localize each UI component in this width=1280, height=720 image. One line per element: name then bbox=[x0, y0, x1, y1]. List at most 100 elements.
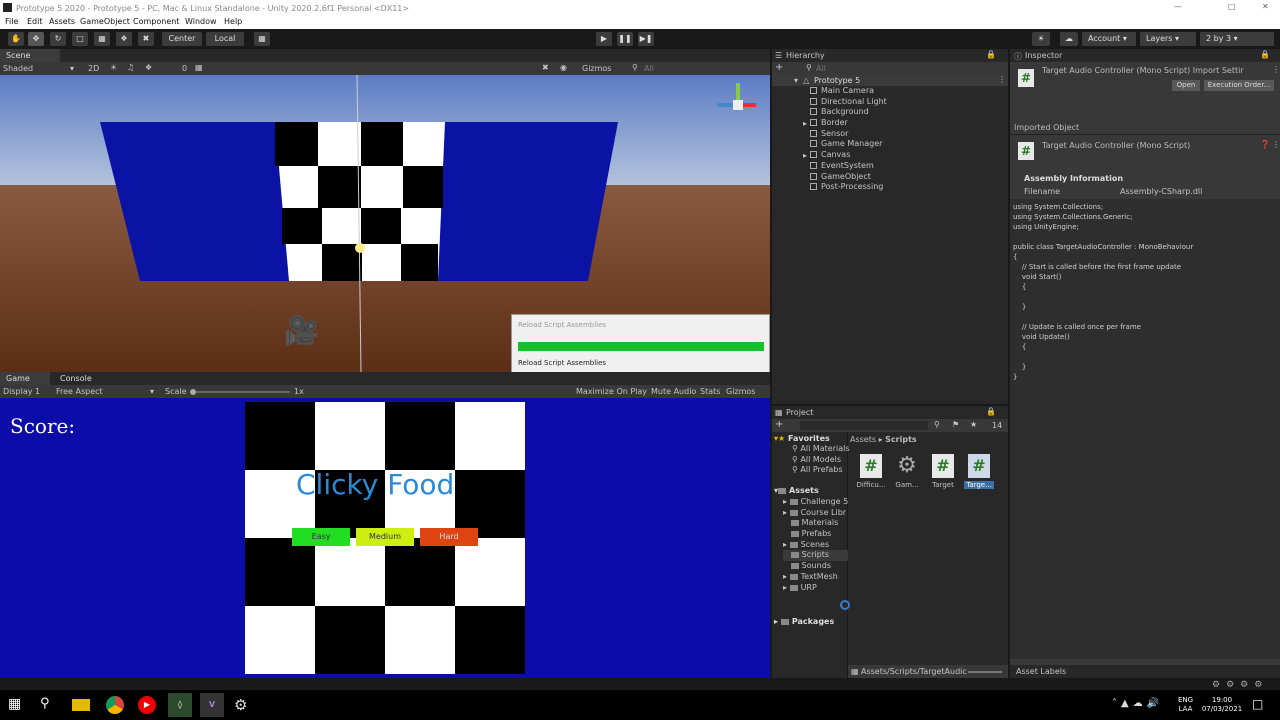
list-item[interactable]: Post-Processing bbox=[810, 182, 887, 193]
unity-hub-icon[interactable]: ◊ bbox=[168, 693, 192, 717]
menu-assets[interactable]: Assets bbox=[49, 17, 75, 26]
lock-icon[interactable]: 🔒 bbox=[986, 407, 996, 416]
pause-button[interactable]: ❚❚ bbox=[617, 32, 633, 46]
packages-row[interactable]: ▸ Packages bbox=[774, 617, 834, 626]
list-item[interactable]: ⚲ All Materials bbox=[792, 444, 850, 455]
file-item-selected[interactable]: # Targe... bbox=[964, 454, 994, 489]
icon-size-slider[interactable] bbox=[968, 671, 1002, 673]
audio-icon[interactable]: ♫ bbox=[127, 63, 134, 72]
language-indicator[interactable]: ENG LAA bbox=[1178, 696, 1193, 714]
camera-icon[interactable]: ◉ bbox=[560, 63, 567, 72]
collab-icon[interactable]: ☀ bbox=[1032, 32, 1050, 46]
list-item[interactable]: Main Camera bbox=[810, 86, 887, 97]
menu-file[interactable]: File bbox=[5, 17, 18, 26]
help-icon[interactable]: ❓ bbox=[1260, 140, 1270, 149]
unity-icon[interactable]: ⚙ bbox=[234, 696, 252, 714]
grid-icon[interactable]: ▦ bbox=[195, 63, 203, 72]
tools-icon[interactable]: ✖ bbox=[542, 63, 549, 72]
project-search-input[interactable] bbox=[800, 421, 928, 430]
search-icon[interactable]: ⚲ bbox=[40, 696, 58, 714]
scene-viewport[interactable]: 🎥 Reload Script Assemblies Reload Script… bbox=[0, 75, 770, 372]
menu-help[interactable]: Help bbox=[224, 17, 242, 26]
notifications-icon[interactable]: □ bbox=[1252, 697, 1263, 711]
close-icon[interactable]: ✕ bbox=[1262, 2, 1269, 11]
cloud-icon[interactable]: ☁ bbox=[1060, 32, 1078, 46]
list-item[interactable]: ⚲ All Models bbox=[792, 455, 850, 466]
minimize-icon[interactable]: — bbox=[1174, 2, 1182, 11]
scale-slider-handle[interactable] bbox=[190, 389, 196, 395]
list-item[interactable]: Border bbox=[810, 118, 887, 129]
list-item[interactable]: Sounds bbox=[783, 561, 848, 572]
scale-slider[interactable] bbox=[190, 389, 290, 395]
layers-dropdown[interactable]: Layers ▾ bbox=[1140, 32, 1196, 46]
list-item[interactable]: Sensor bbox=[810, 129, 887, 140]
list-item[interactable]: Prefabs bbox=[783, 529, 848, 540]
chrome-icon[interactable] bbox=[106, 696, 124, 714]
list-item[interactable]: Directional Light bbox=[810, 97, 887, 108]
menu-window[interactable]: Window bbox=[185, 17, 217, 26]
favorite-icon[interactable]: ★ bbox=[970, 420, 977, 429]
play-button[interactable]: ▶ bbox=[596, 32, 612, 46]
rotate-tool-icon[interactable]: ↻ bbox=[50, 32, 66, 46]
scene-search-input[interactable]: All bbox=[644, 64, 654, 73]
tab-console[interactable]: Console bbox=[54, 372, 114, 385]
scene-root-row[interactable]: ▾ △ Prototype 5 ⋮ bbox=[772, 75, 1008, 86]
file-item[interactable]: # Target bbox=[928, 454, 958, 489]
expand-arrow-icon[interactable]: ▸ bbox=[803, 151, 807, 160]
lighting-icon[interactable]: ☀ bbox=[110, 63, 117, 72]
list-item[interactable]: EventSystem bbox=[810, 161, 887, 172]
game-viewport[interactable]: Score: Clicky Food Easy Medium Hard bbox=[0, 398, 770, 678]
tab-project[interactable]: ▦ Project 🔒 bbox=[772, 406, 1008, 419]
grid-snap-icon[interactable]: ▦ bbox=[254, 32, 270, 46]
layout-dropdown[interactable]: 2 by 3 ▾ bbox=[1200, 32, 1274, 46]
display-dropdown[interactable]: Display 1 bbox=[3, 387, 40, 396]
label-icon[interactable]: ⚑ bbox=[952, 420, 959, 429]
assets-row[interactable]: ▾ Assets bbox=[774, 486, 819, 495]
breadcrumb-item[interactable]: Scripts bbox=[885, 435, 917, 444]
hidden-count-badge[interactable]: 0 bbox=[182, 64, 187, 73]
list-item[interactable]: Materials bbox=[783, 518, 848, 529]
list-item[interactable]: ▸ Challenge 5 bbox=[783, 497, 848, 508]
filter-type-icon[interactable]: ⚲ bbox=[934, 420, 940, 429]
list-item[interactable]: Scripts bbox=[783, 550, 849, 562]
pivot-local-button[interactable]: Local bbox=[206, 32, 244, 46]
list-item[interactable]: Background bbox=[810, 107, 887, 118]
account-dropdown[interactable]: Account ▾ bbox=[1082, 32, 1136, 46]
lock-icon[interactable]: 🔒 bbox=[986, 50, 996, 59]
list-item[interactable]: ▸ Course Libr bbox=[783, 508, 848, 519]
menu-gameobject[interactable]: GameObject bbox=[80, 17, 130, 26]
medium-button[interactable]: Medium bbox=[356, 528, 414, 546]
rect-tool-icon[interactable]: ▦ bbox=[94, 32, 110, 46]
maximize-on-play-toggle[interactable]: Maximize On Play bbox=[576, 387, 647, 396]
clock[interactable]: 19:00 07/03/2021 bbox=[1200, 696, 1244, 714]
youtube-icon[interactable]: ▶ bbox=[138, 696, 156, 714]
tab-hierarchy[interactable]: ☰ Hierarchy 🔒 bbox=[772, 49, 1008, 62]
more-icon[interactable]: ⋮ bbox=[1272, 65, 1280, 74]
file-item[interactable]: # Difficu... bbox=[856, 454, 886, 489]
file-item[interactable]: ⚙ Gam... bbox=[892, 454, 922, 490]
asset-labels-bar[interactable]: Asset Labels bbox=[1010, 665, 1280, 678]
list-item[interactable]: Canvas bbox=[810, 150, 887, 161]
tab-inspector[interactable]: ⓘ Inspector 🔒 bbox=[1010, 49, 1280, 62]
tab-scene[interactable]: Scene bbox=[0, 49, 60, 62]
menu-component[interactable]: Component bbox=[133, 17, 179, 26]
easy-button[interactable]: Easy bbox=[292, 528, 350, 546]
scale-tool-icon[interactable]: □ bbox=[72, 32, 88, 46]
stats-toggle[interactable]: Stats bbox=[700, 387, 720, 396]
aspect-dropdown[interactable]: Free Aspect bbox=[56, 387, 103, 396]
tab-game[interactable]: Game bbox=[0, 372, 50, 385]
custom-tool-icon[interactable]: ✖ bbox=[138, 32, 154, 46]
effects-icon[interactable]: ❖ bbox=[145, 63, 152, 72]
hidden-count[interactable]: 14 bbox=[992, 421, 1002, 430]
favorites-row[interactable]: ▾★ Favorites bbox=[774, 434, 830, 443]
lock-icon[interactable]: 🔒 bbox=[1260, 50, 1270, 59]
orientation-gizmo[interactable] bbox=[716, 83, 760, 127]
visual-studio-icon[interactable]: V bbox=[200, 693, 224, 717]
gizmos-toggle[interactable]: Gizmos bbox=[726, 387, 755, 396]
hard-button[interactable]: Hard bbox=[420, 528, 478, 546]
pivot-center-button[interactable]: Center bbox=[162, 32, 202, 46]
transform-tool-icon[interactable]: ❖ bbox=[116, 32, 132, 46]
2d-toggle[interactable]: 2D bbox=[88, 64, 99, 73]
windows-start-icon[interactable]: ▦ bbox=[8, 696, 26, 714]
list-item[interactable]: ▸ URP bbox=[783, 583, 848, 594]
